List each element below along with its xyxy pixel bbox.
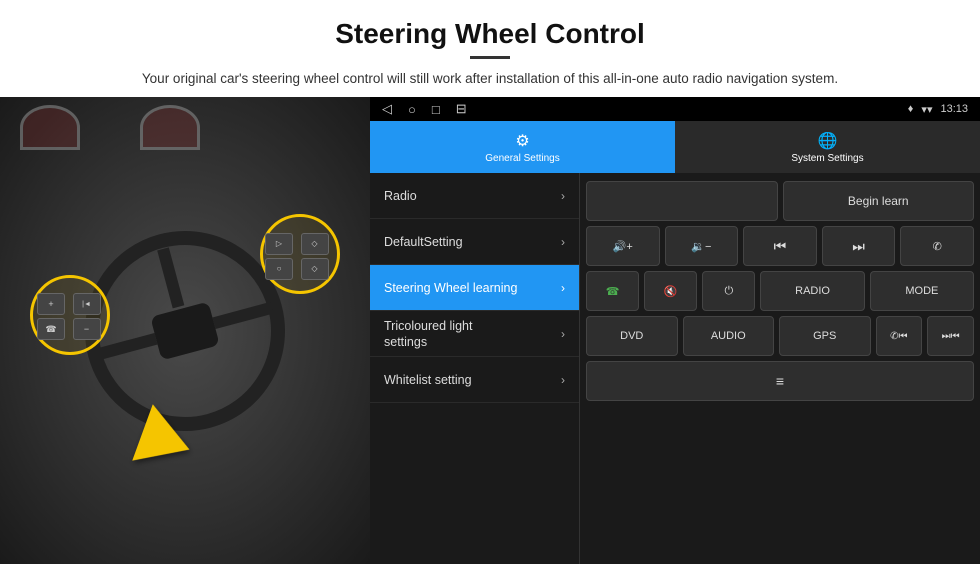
globe-icon: 🌐 [818,131,838,151]
dvd-button[interactable]: DVD [586,316,678,356]
mute-icon: 🔇 [664,285,678,298]
header-description: Your original car's steering wheel contr… [100,69,880,89]
menu-item-steering[interactable]: Steering Wheel learning › [370,265,579,311]
gauge-left [20,105,80,150]
nav-menu-icon[interactable]: ⊟ [456,101,467,117]
controls-panel: Begin learn 🔊+ 🔉− ⏮ [580,173,980,564]
mode-label: MODE [905,285,938,297]
page-title: Steering Wheel Control [60,18,920,50]
menu-tricoloured-label: Tricoloured lightsettings [384,318,472,351]
chevron-icon: › [561,327,565,341]
chevron-icon: › [561,235,565,249]
nav-recent-icon[interactable]: □ [432,102,440,117]
menu-steering-label: Steering Wheel learning [384,281,517,295]
tel-prev-icon: ✆⏮ [890,331,907,342]
right-button-group: ▷ ◇ ○ ◇ [265,233,333,280]
menu-item-whitelist[interactable]: Whitelist setting › [370,357,579,403]
vol-up-button[interactable]: 🔊+ [586,226,660,266]
statusbar-info: ♦ ▾▾ 13:13 [908,103,968,116]
gps-label: GPS [813,330,836,342]
next-track-icon: ⏭ [852,238,865,255]
sw-btn-phone: ☎ [37,318,65,340]
sw-btn-r1: ▷ [265,233,293,255]
arrow-indicator [141,411,191,471]
power-button[interactable]: ⏻ [702,271,755,311]
controls-row-3: DVD AUDIO GPS ✆⏮ ⏭⏮ [586,316,974,356]
chevron-icon: › [561,281,565,295]
android-main-content: Radio › DefaultSetting › Steering Wheel … [370,173,980,564]
chevron-icon: › [561,373,565,387]
skip-combo-button[interactable]: ⏭⏮ [927,316,974,356]
car-background: + |◄ ☎ − ▷ ◇ ○ ◇ [0,97,370,564]
tel-prev-button[interactable]: ✆⏮ [876,316,923,356]
radio-label: RADIO [795,285,830,297]
tab-system-settings[interactable]: 🌐 System Settings [675,121,980,173]
begin-learn-button[interactable]: Begin learn [783,181,975,221]
nav-home-icon[interactable]: ○ [408,102,416,117]
vol-down-icon: 🔉− [691,240,711,253]
vol-down-button[interactable]: 🔉− [665,226,739,266]
controls-row-1: 🔊+ 🔉− ⏮ ⏭ ✆ [586,226,974,266]
signal-icon: ▾▾ [921,103,932,116]
list-button[interactable]: ≡ [586,361,974,401]
page-header: Steering Wheel Control Your original car… [0,0,980,97]
mode-button[interactable]: MODE [870,271,974,311]
power-icon: ⏻ [725,285,734,298]
menu-whitelist-label: Whitelist setting [384,373,472,387]
sw-btn-vol-up: + [37,293,65,315]
dashboard-gauges [20,105,350,155]
statusbar-navigation: ◁ ○ □ ⊟ [382,101,467,117]
car-image-section: + |◄ ☎ − ▷ ◇ ○ ◇ [0,97,370,564]
prev-track-icon: ⏮ [774,238,787,255]
next-track-button[interactable]: ⏭ [822,226,896,266]
gauge-right [140,105,200,150]
gear-icon: ⚙ [515,131,529,151]
controls-row-2: ☎ 🔇 ⏻ RADIO MODE [586,271,974,311]
android-section: ◁ ○ □ ⊟ ♦ ▾▾ 13:13 ⚙ General Settings [370,97,980,564]
tab-system-label: System Settings [791,153,863,164]
phone-icon: ✆ [933,240,942,253]
tab-general-settings[interactable]: ⚙ General Settings [370,121,675,173]
page-container: Steering Wheel Control Your original car… [0,0,980,564]
radio-button[interactable]: RADIO [760,271,864,311]
mute-button[interactable]: 🔇 [644,271,697,311]
chevron-icon: › [561,189,565,203]
menu-item-default[interactable]: DefaultSetting › [370,219,579,265]
sw-btn-track: |◄ [73,293,101,315]
vol-up-icon: 🔊+ [613,240,633,253]
nav-back-icon[interactable]: ◁ [382,101,392,117]
menu-item-radio[interactable]: Radio › [370,173,579,219]
time-display: 13:13 [940,103,968,115]
arrow-shape [132,404,200,477]
menu-default-label: DefaultSetting [384,235,463,249]
controls-row-4: ≡ [586,361,974,401]
left-button-group: + |◄ ☎ − [37,293,105,340]
android-statusbar: ◁ ○ □ ⊟ ♦ ▾▾ 13:13 [370,97,980,121]
sw-btn-r2: ◇ [301,233,329,255]
audio-button[interactable]: AUDIO [683,316,775,356]
audio-label: AUDIO [711,330,746,342]
android-tabs: ⚙ General Settings 🌐 System Settings [370,121,980,173]
skip-combo-icon: ⏭⏮ [942,331,960,342]
menu-item-tricoloured[interactable]: Tricoloured lightsettings › [370,311,579,357]
menu-tricoloured-text-group: Tricoloured lightsettings [384,318,472,351]
phone-button[interactable]: ✆ [900,226,974,266]
sw-btn-r3: ○ [265,258,293,280]
tab-general-label: General Settings [485,153,560,164]
empty-input-box [586,181,778,221]
gps-button[interactable]: GPS [779,316,871,356]
answer-icon: ☎ [606,285,620,298]
prev-track-button[interactable]: ⏮ [743,226,817,266]
sw-btn-r4: ◇ [301,258,329,280]
content-area: + |◄ ☎ − ▷ ◇ ○ ◇ [0,97,980,564]
menu-radio-label: Radio [384,189,417,203]
list-icon: ≡ [776,373,784,389]
location-icon: ♦ [908,103,914,115]
answer-button[interactable]: ☎ [586,271,639,311]
menu-panel: Radio › DefaultSetting › Steering Wheel … [370,173,580,564]
header-divider [470,56,510,59]
sw-btn-vol-dn: − [73,318,101,340]
controls-row-0: Begin learn [586,181,974,221]
dvd-label: DVD [620,330,643,342]
